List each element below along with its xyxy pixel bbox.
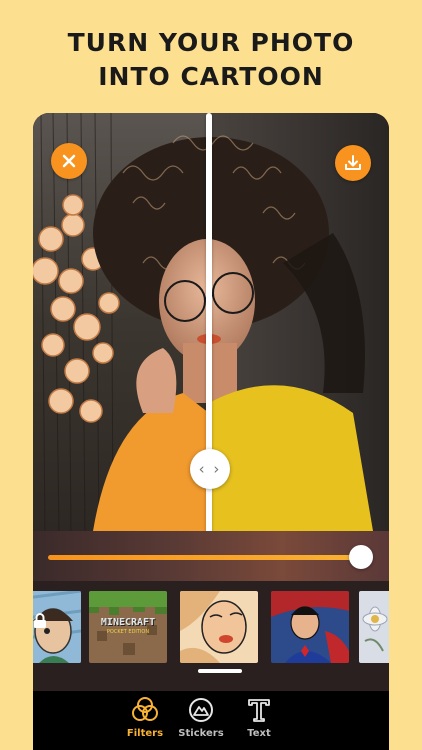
intensity-slider-track[interactable] (48, 555, 361, 560)
intensity-slider-area (33, 531, 389, 581)
scroll-indicator (198, 669, 242, 673)
filter-thumbnail-locked[interactable] (33, 591, 81, 663)
filter-thumbnail-comic-hero[interactable] (271, 591, 349, 663)
filter-thumbnail-minecraft[interactable]: MINECRAFT POCKET EDITION (89, 591, 167, 663)
intensity-slider-thumb[interactable] (349, 545, 373, 569)
lock-icon (33, 613, 47, 629)
minecraft-logo-subtext: POCKET EDITION (106, 629, 150, 635)
minecraft-logo-text: MINECRAFT (100, 617, 156, 628)
headline-line-1: TURN YOUR PHOTO (67, 28, 355, 57)
close-icon (62, 154, 76, 168)
headline: TURN YOUR PHOTO INTO CARTOON (0, 26, 422, 94)
tab-text[interactable]: Text (229, 691, 289, 750)
filter-thumbnails: MINECRAFT POCKET EDITION (33, 581, 389, 691)
tab-label-stickers: Stickers (178, 728, 224, 739)
filter-thumbnail-pop-art[interactable] (180, 591, 258, 663)
download-button[interactable] (335, 145, 371, 181)
tab-stickers[interactable]: Stickers (171, 691, 231, 750)
tab-label-filters: Filters (126, 728, 164, 739)
phone-screen: ‹ › MINECRAFT POCKET EDITION Filters Sti… (33, 113, 389, 750)
filter-thumbnail-floral[interactable] (359, 591, 389, 663)
close-button[interactable] (51, 143, 87, 179)
stickers-icon (189, 698, 213, 722)
headline-line-2: INTO CARTOON (98, 62, 324, 91)
tab-label-text: Text (247, 728, 271, 739)
compare-arrows-icon: ‹ › (198, 460, 222, 478)
tab-filters[interactable]: Filters (115, 691, 175, 750)
filters-icon (132, 697, 158, 721)
compare-handle[interactable]: ‹ › (190, 449, 230, 489)
bottom-tab-bar: Filters Stickers Text (33, 691, 389, 750)
text-icon (248, 699, 270, 722)
download-icon (345, 155, 361, 170)
